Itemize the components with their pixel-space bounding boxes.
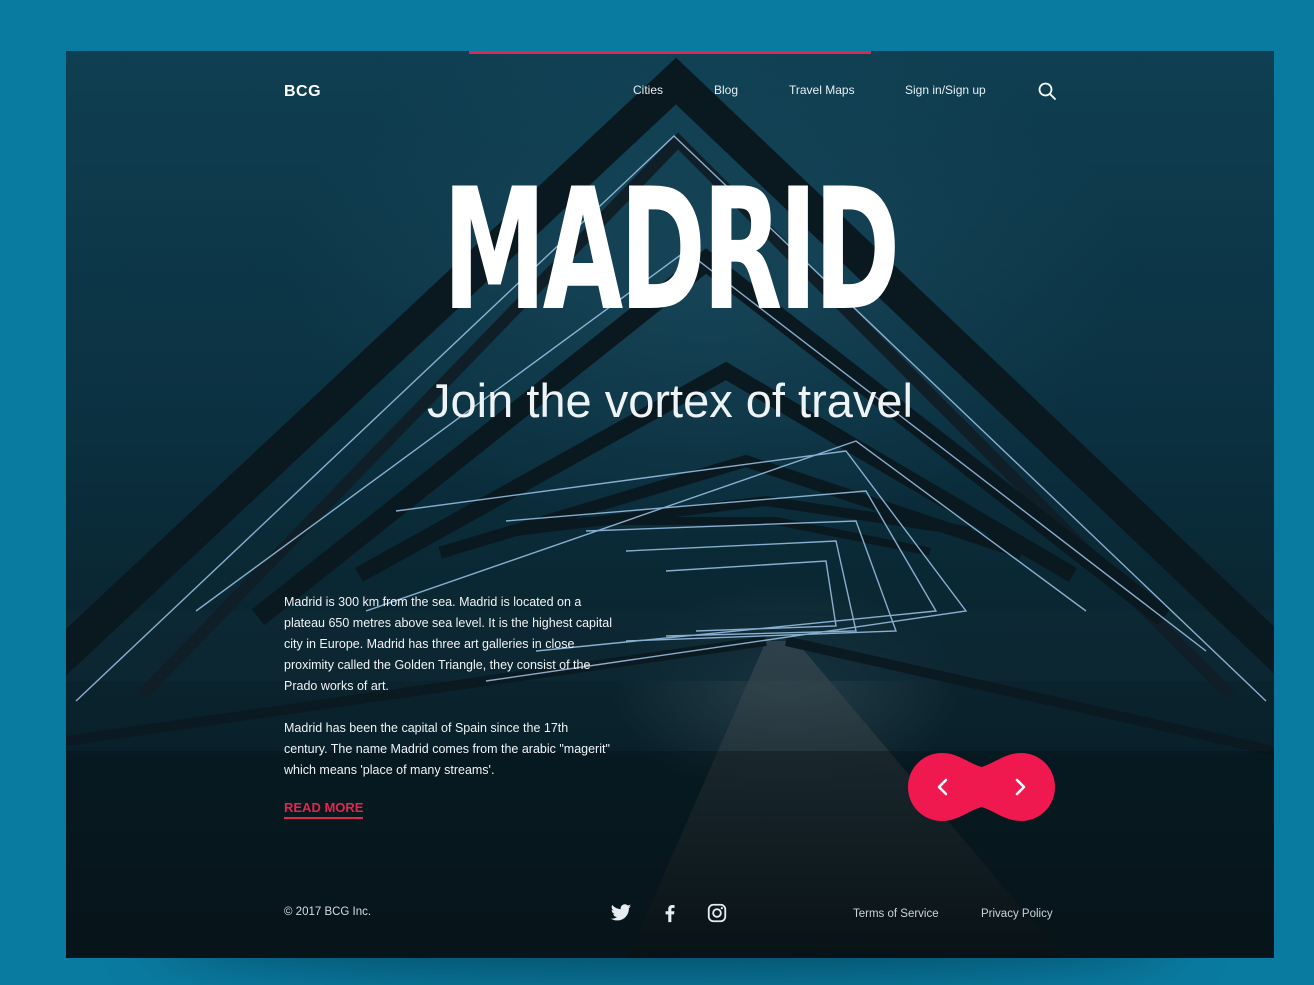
nav-item-cities[interactable]: Cities	[633, 83, 663, 97]
slider-prev-button[interactable]	[908, 753, 982, 821]
nav-item-blog[interactable]: Blog	[714, 83, 738, 97]
top-accent-bar	[469, 51, 871, 54]
nav-item-travel-maps[interactable]: Travel Maps	[789, 83, 855, 97]
description-paragraph: Madrid is 300 km from the sea. Madrid is…	[284, 595, 612, 693]
read-more-link[interactable]: READ MORE	[284, 800, 364, 819]
search-icon[interactable]	[1037, 81, 1057, 101]
slider-controls	[908, 753, 1055, 821]
slider-next-button[interactable]	[981, 753, 1055, 821]
hero-subtitle: Join the vortex of travel	[427, 374, 913, 427]
hero-card: BCG Cities Blog Travel Maps Sign in/Sign…	[66, 51, 1274, 958]
terms-of-service-link[interactable]: Terms of Service	[853, 908, 939, 920]
copyright: © 2017 BCG Inc.	[284, 906, 372, 918]
privacy-policy-link[interactable]: Privacy Policy	[981, 908, 1053, 920]
logo[interactable]: BCG	[284, 83, 321, 101]
hero-title: MADRID	[442, 152, 901, 348]
nav-item-sign-in[interactable]: Sign in/Sign up	[905, 83, 986, 97]
instagram-icon[interactable]	[706, 902, 728, 924]
chevron-left-icon	[937, 778, 948, 796]
chevron-right-icon	[1015, 778, 1026, 796]
description-paragraph: Madrid has been the capital of Spain sin…	[284, 721, 610, 777]
facebook-icon[interactable]	[659, 902, 681, 924]
twitter-icon[interactable]	[610, 902, 632, 924]
